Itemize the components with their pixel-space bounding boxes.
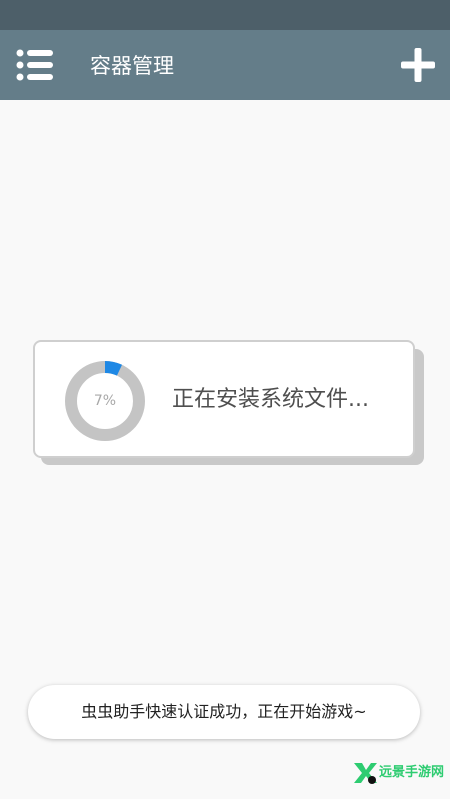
install-progress-dialog: 7% 正在安装系统文件... (33, 340, 415, 458)
install-status-text: 正在安装系统文件... (172, 387, 369, 412)
status-bar (0, 0, 450, 30)
list-menu-icon (16, 49, 53, 81)
app-bar: 容器管理 (0, 30, 450, 100)
yjpk-logo-icon (354, 763, 377, 784)
watermark-text: 远景手游网 (379, 765, 445, 780)
progress-percent-label: 7% (93, 393, 117, 409)
plus-icon (401, 48, 435, 82)
toast-message: 虫虫助手快速认证成功，正在开始游戏~ (28, 685, 420, 739)
menu-button[interactable] (16, 48, 54, 82)
add-container-button[interactable] (400, 47, 436, 83)
screen: 容器管理 7% 正在安装系统文件... 虫虫助手快速认证成功，正在开始游戏~ 远… (0, 0, 450, 799)
page-title: 容器管理 (90, 54, 174, 78)
